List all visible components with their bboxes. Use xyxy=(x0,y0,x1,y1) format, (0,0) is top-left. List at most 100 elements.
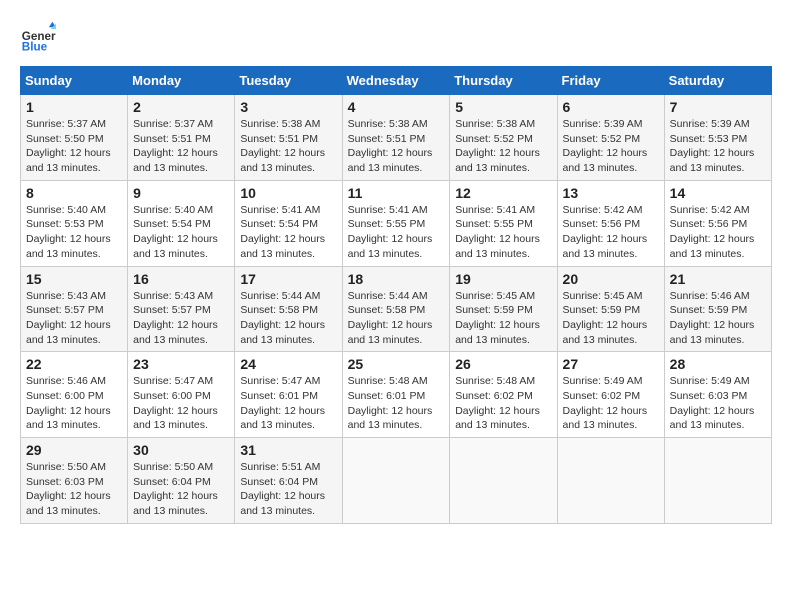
calendar-cell: 29 Sunrise: 5:50 AMSunset: 6:03 PMDaylig… xyxy=(21,438,128,524)
day-info: Sunrise: 5:38 AMSunset: 5:52 PMDaylight:… xyxy=(455,118,540,174)
day-number: 8 xyxy=(26,185,122,201)
day-info: Sunrise: 5:41 AMSunset: 5:54 PMDaylight:… xyxy=(240,204,325,260)
day-info: Sunrise: 5:41 AMSunset: 5:55 PMDaylight:… xyxy=(348,204,433,260)
calendar-cell: 5 Sunrise: 5:38 AMSunset: 5:52 PMDayligh… xyxy=(450,95,557,181)
day-number: 16 xyxy=(133,271,229,287)
col-tuesday: Tuesday xyxy=(235,67,342,95)
day-info: Sunrise: 5:42 AMSunset: 5:56 PMDaylight:… xyxy=(563,204,648,260)
day-info: Sunrise: 5:48 AMSunset: 6:02 PMDaylight:… xyxy=(455,375,540,431)
day-info: Sunrise: 5:38 AMSunset: 5:51 PMDaylight:… xyxy=(240,118,325,174)
col-thursday: Thursday xyxy=(450,67,557,95)
calendar-cell: 15 Sunrise: 5:43 AMSunset: 5:57 PMDaylig… xyxy=(21,266,128,352)
calendar-cell: 11 Sunrise: 5:41 AMSunset: 5:55 PMDaylig… xyxy=(342,180,450,266)
calendar-cell: 3 Sunrise: 5:38 AMSunset: 5:51 PMDayligh… xyxy=(235,95,342,181)
day-info: Sunrise: 5:50 AMSunset: 6:03 PMDaylight:… xyxy=(26,461,111,517)
day-number: 2 xyxy=(133,99,229,115)
calendar-cell: 31 Sunrise: 5:51 AMSunset: 6:04 PMDaylig… xyxy=(235,438,342,524)
day-info: Sunrise: 5:49 AMSunset: 6:02 PMDaylight:… xyxy=(563,375,648,431)
day-info: Sunrise: 5:41 AMSunset: 5:55 PMDaylight:… xyxy=(455,204,540,260)
day-number: 12 xyxy=(455,185,551,201)
day-number: 7 xyxy=(670,99,766,115)
day-number: 1 xyxy=(26,99,122,115)
calendar-cell: 19 Sunrise: 5:45 AMSunset: 5:59 PMDaylig… xyxy=(450,266,557,352)
day-info: Sunrise: 5:39 AMSunset: 5:53 PMDaylight:… xyxy=(670,118,755,174)
day-number: 22 xyxy=(26,356,122,372)
col-wednesday: Wednesday xyxy=(342,67,450,95)
day-number: 31 xyxy=(240,442,336,458)
calendar-cell xyxy=(664,438,771,524)
calendar-cell: 22 Sunrise: 5:46 AMSunset: 6:00 PMDaylig… xyxy=(21,352,128,438)
day-info: Sunrise: 5:49 AMSunset: 6:03 PMDaylight:… xyxy=(670,375,755,431)
logo: General Blue xyxy=(20,20,60,56)
col-monday: Monday xyxy=(128,67,235,95)
calendar-cell: 6 Sunrise: 5:39 AMSunset: 5:52 PMDayligh… xyxy=(557,95,664,181)
day-info: Sunrise: 5:48 AMSunset: 6:01 PMDaylight:… xyxy=(348,375,433,431)
day-number: 13 xyxy=(563,185,659,201)
calendar-week-4: 22 Sunrise: 5:46 AMSunset: 6:00 PMDaylig… xyxy=(21,352,772,438)
calendar-cell: 28 Sunrise: 5:49 AMSunset: 6:03 PMDaylig… xyxy=(664,352,771,438)
day-info: Sunrise: 5:44 AMSunset: 5:58 PMDaylight:… xyxy=(348,290,433,346)
calendar-cell: 12 Sunrise: 5:41 AMSunset: 5:55 PMDaylig… xyxy=(450,180,557,266)
day-number: 6 xyxy=(563,99,659,115)
calendar-header-row: Sunday Monday Tuesday Wednesday Thursday… xyxy=(21,67,772,95)
day-number: 29 xyxy=(26,442,122,458)
day-info: Sunrise: 5:38 AMSunset: 5:51 PMDaylight:… xyxy=(348,118,433,174)
day-info: Sunrise: 5:51 AMSunset: 6:04 PMDaylight:… xyxy=(240,461,325,517)
day-number: 18 xyxy=(348,271,445,287)
calendar-cell: 14 Sunrise: 5:42 AMSunset: 5:56 PMDaylig… xyxy=(664,180,771,266)
day-number: 15 xyxy=(26,271,122,287)
day-info: Sunrise: 5:44 AMSunset: 5:58 PMDaylight:… xyxy=(240,290,325,346)
calendar-cell: 2 Sunrise: 5:37 AMSunset: 5:51 PMDayligh… xyxy=(128,95,235,181)
calendar-cell: 9 Sunrise: 5:40 AMSunset: 5:54 PMDayligh… xyxy=(128,180,235,266)
calendar-cell: 20 Sunrise: 5:45 AMSunset: 5:59 PMDaylig… xyxy=(557,266,664,352)
day-number: 5 xyxy=(455,99,551,115)
day-info: Sunrise: 5:42 AMSunset: 5:56 PMDaylight:… xyxy=(670,204,755,260)
day-number: 28 xyxy=(670,356,766,372)
calendar-cell xyxy=(557,438,664,524)
day-number: 3 xyxy=(240,99,336,115)
day-info: Sunrise: 5:37 AMSunset: 5:51 PMDaylight:… xyxy=(133,118,218,174)
day-number: 9 xyxy=(133,185,229,201)
col-sunday: Sunday xyxy=(21,67,128,95)
calendar-cell xyxy=(450,438,557,524)
calendar-cell: 17 Sunrise: 5:44 AMSunset: 5:58 PMDaylig… xyxy=(235,266,342,352)
day-number: 4 xyxy=(348,99,445,115)
calendar-cell: 4 Sunrise: 5:38 AMSunset: 5:51 PMDayligh… xyxy=(342,95,450,181)
day-number: 11 xyxy=(348,185,445,201)
day-number: 23 xyxy=(133,356,229,372)
calendar-cell: 7 Sunrise: 5:39 AMSunset: 5:53 PMDayligh… xyxy=(664,95,771,181)
day-number: 10 xyxy=(240,185,336,201)
day-number: 21 xyxy=(670,271,766,287)
page-header: General Blue xyxy=(20,20,772,56)
day-info: Sunrise: 5:45 AMSunset: 5:59 PMDaylight:… xyxy=(455,290,540,346)
day-info: Sunrise: 5:40 AMSunset: 5:53 PMDaylight:… xyxy=(26,204,111,260)
day-number: 19 xyxy=(455,271,551,287)
calendar-cell: 26 Sunrise: 5:48 AMSunset: 6:02 PMDaylig… xyxy=(450,352,557,438)
day-info: Sunrise: 5:47 AMSunset: 6:00 PMDaylight:… xyxy=(133,375,218,431)
calendar-cell: 1 Sunrise: 5:37 AMSunset: 5:50 PMDayligh… xyxy=(21,95,128,181)
calendar-week-1: 1 Sunrise: 5:37 AMSunset: 5:50 PMDayligh… xyxy=(21,95,772,181)
col-friday: Friday xyxy=(557,67,664,95)
day-number: 25 xyxy=(348,356,445,372)
day-info: Sunrise: 5:45 AMSunset: 5:59 PMDaylight:… xyxy=(563,290,648,346)
calendar-cell: 27 Sunrise: 5:49 AMSunset: 6:02 PMDaylig… xyxy=(557,352,664,438)
calendar-week-2: 8 Sunrise: 5:40 AMSunset: 5:53 PMDayligh… xyxy=(21,180,772,266)
day-info: Sunrise: 5:43 AMSunset: 5:57 PMDaylight:… xyxy=(133,290,218,346)
calendar-cell xyxy=(342,438,450,524)
calendar-cell: 25 Sunrise: 5:48 AMSunset: 6:01 PMDaylig… xyxy=(342,352,450,438)
day-number: 30 xyxy=(133,442,229,458)
day-number: 27 xyxy=(563,356,659,372)
day-info: Sunrise: 5:39 AMSunset: 5:52 PMDaylight:… xyxy=(563,118,648,174)
calendar-cell: 8 Sunrise: 5:40 AMSunset: 5:53 PMDayligh… xyxy=(21,180,128,266)
svg-text:Blue: Blue xyxy=(22,41,48,54)
calendar-cell: 10 Sunrise: 5:41 AMSunset: 5:54 PMDaylig… xyxy=(235,180,342,266)
day-number: 26 xyxy=(455,356,551,372)
calendar-table: Sunday Monday Tuesday Wednesday Thursday… xyxy=(20,66,772,524)
calendar-cell: 16 Sunrise: 5:43 AMSunset: 5:57 PMDaylig… xyxy=(128,266,235,352)
day-info: Sunrise: 5:43 AMSunset: 5:57 PMDaylight:… xyxy=(26,290,111,346)
day-info: Sunrise: 5:40 AMSunset: 5:54 PMDaylight:… xyxy=(133,204,218,260)
calendar-cell: 30 Sunrise: 5:50 AMSunset: 6:04 PMDaylig… xyxy=(128,438,235,524)
day-number: 14 xyxy=(670,185,766,201)
calendar-cell: 18 Sunrise: 5:44 AMSunset: 5:58 PMDaylig… xyxy=(342,266,450,352)
col-saturday: Saturday xyxy=(664,67,771,95)
